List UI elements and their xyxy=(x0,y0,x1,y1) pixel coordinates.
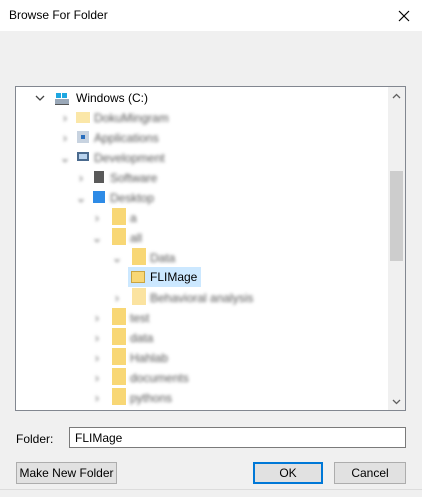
folder-label: Folder: xyxy=(16,432,54,446)
close-icon xyxy=(398,10,410,21)
app-icon xyxy=(77,131,89,143)
bottom-divider xyxy=(0,489,422,490)
tree-item-label: Applications xyxy=(94,131,159,145)
tree-item-label: Behavioral analysis xyxy=(150,291,254,305)
folder-tree[interactable]: Windows (C:) › DokuMingram › Application… xyxy=(15,86,406,411)
folder-icon xyxy=(112,208,126,225)
tree-item-windows-c[interactable]: Windows (C:) xyxy=(76,91,148,105)
chevron-up-icon xyxy=(392,93,401,98)
expander-icon[interactable]: ⌄ xyxy=(60,151,70,165)
expander-icon[interactable]: › xyxy=(112,291,122,305)
drive-icon xyxy=(55,93,69,105)
tree-item-label: DokuMingram xyxy=(94,111,169,125)
folder-icon xyxy=(112,368,126,385)
expander-icon[interactable]: ⌄ xyxy=(76,191,86,205)
monitor-icon xyxy=(77,152,89,161)
vertical-scrollbar[interactable] xyxy=(388,87,405,410)
title-bar: Browse For Folder xyxy=(0,0,422,31)
close-button[interactable] xyxy=(386,0,422,31)
document-icon xyxy=(94,171,104,183)
expander-icon[interactable]: › xyxy=(92,211,102,225)
folder-icon xyxy=(132,248,146,265)
tree-item-label: FLIMage xyxy=(150,270,198,284)
expand-chevron-icon[interactable] xyxy=(35,93,45,103)
tree-item-label: Development xyxy=(94,151,165,165)
folder-icon xyxy=(112,308,126,325)
expander-icon[interactable]: › xyxy=(92,371,102,385)
cancel-button[interactable]: Cancel xyxy=(334,462,406,484)
folder-icon xyxy=(131,271,145,283)
expander-icon[interactable]: › xyxy=(92,351,102,365)
desktop-icon xyxy=(93,191,105,203)
expander-icon[interactable]: › xyxy=(92,311,102,325)
window-title: Browse For Folder xyxy=(9,8,108,22)
folder-input[interactable]: FLIMage xyxy=(69,427,406,448)
expander-icon[interactable]: › xyxy=(76,171,86,185)
expander-icon[interactable]: ⌄ xyxy=(92,231,102,245)
tree-item-label: a xyxy=(130,211,137,225)
expander-icon[interactable]: › xyxy=(92,391,102,405)
chevron-down-icon xyxy=(392,399,401,404)
expander-icon[interactable]: ⌄ xyxy=(112,251,122,265)
folder-icon xyxy=(112,228,126,245)
scroll-up-button[interactable] xyxy=(388,87,405,104)
folder-icon xyxy=(132,288,146,305)
expander-icon[interactable]: › xyxy=(60,111,70,125)
tree-item-label: data xyxy=(130,331,154,345)
expander-icon[interactable]: › xyxy=(60,131,70,145)
tree-item-label: Hahlab xyxy=(130,351,169,365)
folder-icon xyxy=(76,112,90,123)
tree-item-flimage[interactable]: FLIMage xyxy=(128,267,201,287)
scrollbar-thumb[interactable] xyxy=(390,171,403,261)
tree-item-label: test xyxy=(130,311,150,325)
folder-icon xyxy=(112,348,126,365)
tree-item-label: documents xyxy=(130,371,189,385)
folder-icon xyxy=(112,388,126,405)
tree-item-label: all xyxy=(130,231,143,245)
tree-item-label: Software xyxy=(110,171,158,185)
tree-item-label: Desktop xyxy=(110,191,155,205)
scroll-down-button[interactable] xyxy=(388,393,405,410)
expander-icon[interactable]: › xyxy=(92,331,102,345)
make-new-folder-button[interactable]: Make New Folder xyxy=(16,462,117,484)
ok-button[interactable]: OK xyxy=(253,462,323,484)
tree-item-label: pythons xyxy=(130,391,173,405)
folder-icon xyxy=(112,328,126,345)
tree-item-label: Data xyxy=(150,251,176,265)
